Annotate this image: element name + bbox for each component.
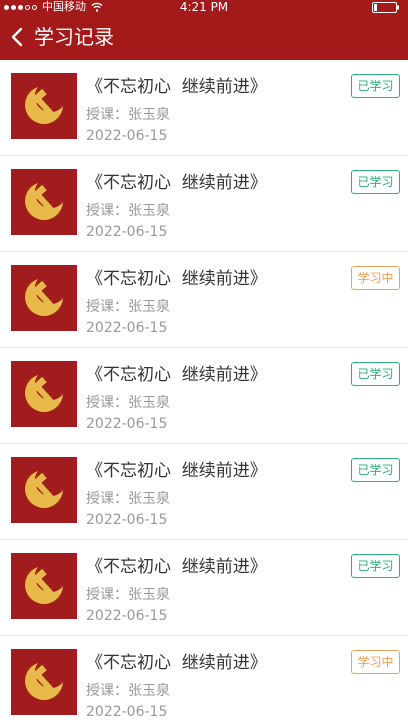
record-teacher: 授课：张玉泉: [86, 683, 170, 699]
party-emblem-icon: [11, 169, 77, 235]
record-title: 《不忘初心 继续前进》: [86, 173, 267, 193]
course-thumbnail: [11, 361, 77, 427]
status-badge: 学习中: [351, 266, 400, 290]
record-item[interactable]: 《不忘初心 继续前进》授课：张玉泉 2022-06-15 学习中: [0, 636, 408, 724]
record-title: 《不忘初心 继续前进》: [86, 461, 267, 481]
status-bar: 中国移动 4:21 PM: [0, 0, 408, 14]
course-thumbnail: [11, 649, 77, 715]
course-thumbnail: [11, 169, 77, 235]
record-teacher: 授课：张玉泉: [86, 107, 170, 123]
status-badge: 已学习: [351, 458, 400, 482]
status-time: 4:21 PM: [179, 0, 229, 14]
record-teacher: 授课：张玉泉: [86, 491, 170, 507]
record-item[interactable]: 《不忘初心 继续前进》授课：张玉泉 2022-06-15 已学习: [0, 444, 408, 540]
status-badge: 已学习: [351, 170, 400, 194]
page-title: 学习记录: [34, 25, 114, 49]
record-item[interactable]: 《不忘初心 继续前进》授课：张玉泉 2022-06-15 已学习: [0, 348, 408, 444]
record-date: 2022-06-15: [86, 608, 168, 624]
record-item[interactable]: 《不忘初心 继续前进》授课：张玉泉 2022-06-15 已学习: [0, 540, 408, 636]
course-thumbnail: [11, 73, 77, 139]
record-item[interactable]: 《不忘初心 继续前进》授课：张玉泉 2022-06-15 已学习: [0, 60, 408, 156]
record-date: 2022-06-15: [86, 224, 168, 240]
record-date: 2022-06-15: [86, 416, 168, 432]
party-emblem-icon: [11, 265, 77, 331]
course-thumbnail: [11, 553, 77, 619]
chevron-left-icon[interactable]: [8, 26, 28, 48]
record-title: 《不忘初心 继续前进》: [86, 653, 267, 673]
record-teacher: 授课：张玉泉: [86, 587, 170, 603]
record-title: 《不忘初心 继续前进》: [86, 365, 267, 385]
status-badge: 学习中: [351, 650, 400, 674]
record-date: 2022-06-15: [86, 320, 168, 336]
record-teacher: 授课：张玉泉: [86, 203, 170, 219]
party-emblem-icon: [11, 649, 77, 715]
party-emblem-icon: [11, 457, 77, 523]
status-badge: 已学习: [351, 554, 400, 578]
status-badge: 已学习: [351, 74, 400, 98]
record-teacher: 授课：张玉泉: [86, 395, 170, 411]
record-title: 《不忘初心 继续前进》: [86, 557, 267, 577]
record-list: 《不忘初心 继续前进》 授课：张玉泉 2022-06-15 已学习 《不忘初心 继续前进…: [0, 60, 408, 724]
record-item[interactable]: 《不忘初心 继续前进》授课：张玉泉 2022-06-15 学习中: [0, 252, 408, 348]
record-item[interactable]: 《不忘初心 继续前进》授课：张玉泉 2022-06-15 已学习: [0, 156, 408, 252]
course-thumbnail: [11, 265, 77, 331]
course-thumbnail: [11, 457, 77, 523]
battery-icon: [372, 2, 399, 13]
party-emblem-icon: [11, 553, 77, 619]
record-teacher: 授课：张玉泉: [86, 299, 170, 315]
record-title: 《不忘初心 继续前进》: [86, 269, 267, 289]
party-emblem-icon: [11, 73, 77, 139]
record-date: 2022-06-15: [86, 128, 168, 144]
party-emblem-icon: [11, 361, 77, 427]
record-date: 2022-06-15: [86, 512, 168, 528]
record-title: 《不忘初心 继续前进》: [86, 77, 267, 97]
status-badge: 已学习: [351, 362, 400, 386]
record-date: 2022-06-15: [86, 704, 168, 720]
nav-bar: 学习记录: [0, 14, 408, 60]
